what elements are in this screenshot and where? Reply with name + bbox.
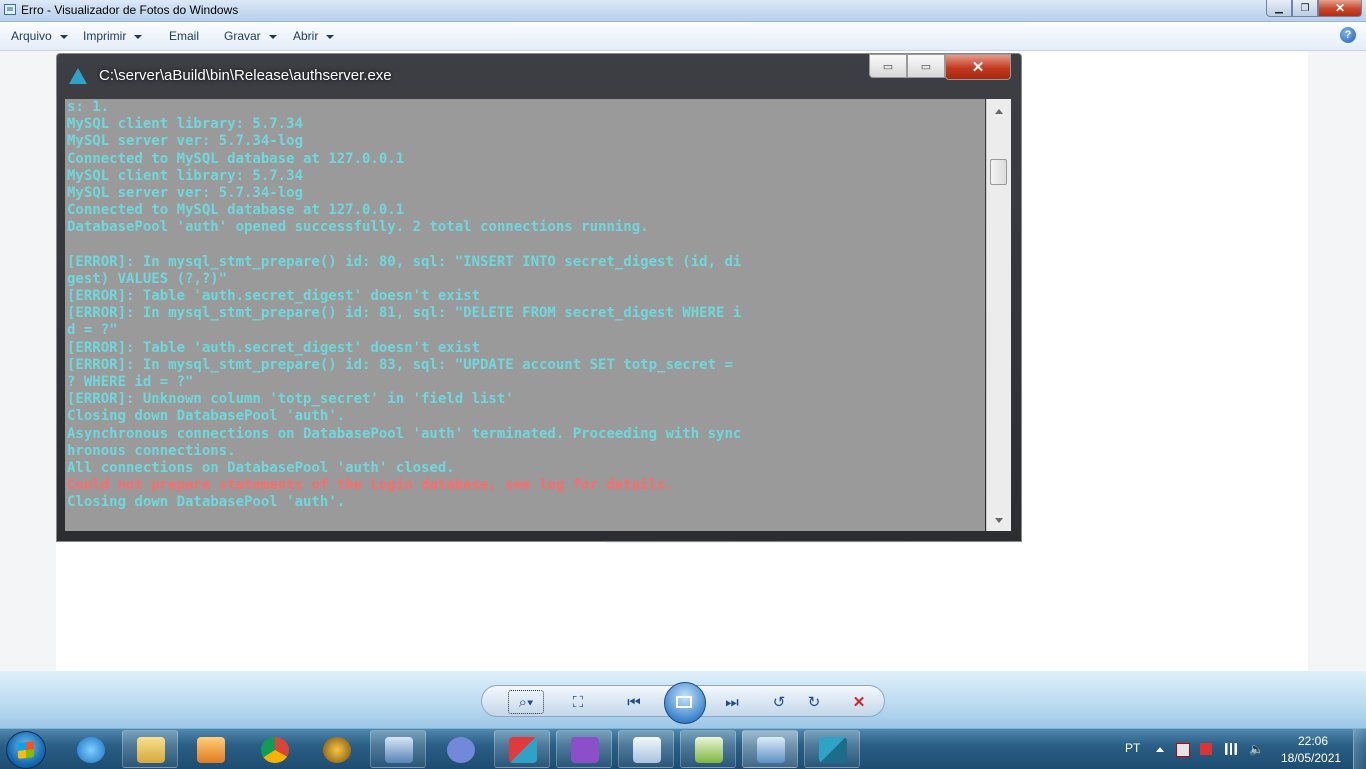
maximize-button[interactable]: ❐ [1292, 0, 1318, 17]
start-button[interactable] [6, 731, 46, 769]
console-line: [ERROR]: In mysql_stmt_prepare() id: 80,… [67, 253, 742, 270]
chevron-down-icon [326, 34, 335, 39]
notepad-icon[interactable] [618, 730, 674, 768]
console-line: gest) VALUES (?,?)" [67, 270, 228, 287]
power-icon[interactable] [1200, 743, 1212, 755]
console-line: Closing down DatabasePool 'auth'. [67, 408, 346, 425]
console-line: All connections on DatabasePool 'auth' c… [67, 459, 455, 476]
next-icon[interactable]: ⏭ [720, 694, 744, 711]
console-line: MySQL client library: 5.7.34 [67, 167, 304, 184]
viewer-controls: ⌕▾ ⛶ ⏮ ⏭ ↺ ↻ ✕ [481, 682, 885, 724]
console-line: [ERROR]: Unknown column 'totp_secret' in… [67, 391, 514, 408]
menu-imprimir[interactable]: Imprimir [83, 29, 143, 43]
console-line: [ERROR]: Table 'auth.secret_digest' does… [67, 288, 481, 305]
action-center-icon[interactable] [1176, 743, 1190, 757]
console-window-controls: ▭ ▭ ✕ [869, 54, 1011, 80]
console-maximize-button: ▭ [907, 54, 945, 78]
clock-date[interactable]: 18/05/2021 [1281, 751, 1341, 765]
console-error-line: Could not prepare statements of the Logi… [67, 477, 674, 494]
scroll-up-icon [995, 109, 1003, 114]
console-line: [ERROR]: In mysql_stmt_prepare() id: 83,… [67, 356, 733, 373]
canvas-margin-right [1308, 51, 1366, 671]
menu-abrir[interactable]: Abrir [293, 29, 335, 43]
media-player-icon[interactable] [182, 730, 238, 768]
show-hidden-icons-icon[interactable] [1156, 747, 1164, 752]
language-indicator[interactable]: PT [1125, 741, 1140, 755]
volume-icon[interactable]: 🔈 [1249, 743, 1264, 755]
rotate-right-icon[interactable]: ↻ [802, 694, 826, 711]
console-scrollbar [986, 99, 1011, 531]
console-line: hronous connections. [67, 442, 236, 459]
rotate-left-icon[interactable]: ↺ [767, 694, 791, 711]
console-line: [ERROR]: Table 'auth.secret_digest' does… [67, 339, 481, 356]
network-icon[interactable] [1225, 743, 1237, 755]
console-title: C:\server\aBuild\bin\Release\authserver.… [99, 67, 392, 84]
window-controls: ▁ ❐ ✕ [1266, 0, 1362, 18]
menu-gravar[interactable]: Gravar [224, 29, 277, 43]
fit-window-icon[interactable]: ⛶ [566, 694, 590, 711]
help-icon[interactable]: ? [1340, 27, 1356, 43]
photo-viewer-icon[interactable] [742, 730, 798, 768]
visual-studio-icon[interactable] [556, 730, 612, 768]
console-minimize-button: ▭ [869, 54, 907, 78]
notepadpp-icon[interactable] [680, 730, 736, 768]
console-line: MySQL server ver: 5.7.34-log [67, 133, 304, 150]
world-of-warcraft-icon[interactable] [308, 730, 364, 768]
worldserver-icon[interactable] [804, 730, 860, 768]
chevron-down-icon [134, 34, 143, 39]
photo-viewer-app-icon [4, 4, 16, 15]
previous-icon[interactable]: ⏮ [622, 694, 646, 711]
chevron-down-icon [268, 34, 277, 39]
window-titlebar: Erro - Visualizador de Fotos do Windows … [0, 0, 1366, 22]
menu-arquivo-label: Arquivo [11, 29, 52, 43]
taskbar: PT 🔈 22:06 18/05/2021 [0, 728, 1366, 769]
console-line: Asynchronous connections on DatabasePool… [67, 425, 742, 442]
close-button[interactable]: ✕ [1318, 0, 1362, 17]
menu-email[interactable]: Email [169, 29, 199, 43]
console-line: Connected to MySQL database at 127.0.0.1 [67, 150, 405, 167]
console-output: s: 1. MySQL client library: 5.7.34 MySQL s… [65, 99, 985, 531]
network-app-icon[interactable] [370, 730, 426, 768]
slideshow-icon[interactable] [664, 682, 706, 724]
console-line: Closing down DatabasePool 'auth'. [67, 494, 346, 511]
clock-time[interactable]: 22:06 [1298, 734, 1328, 748]
delete-icon[interactable]: ✕ [847, 694, 871, 711]
menu-bar: Arquivo Imprimir Email Gravar Abrir ? [0, 22, 1366, 51]
console-line: d = ?" [67, 322, 118, 339]
authserver-icon[interactable] [494, 730, 550, 768]
chevron-down-icon [59, 34, 68, 39]
scroll-thumb [990, 159, 1007, 185]
discord-icon[interactable] [432, 730, 488, 768]
authserver-icon [69, 68, 87, 84]
console-line: ? WHERE id = ?" [67, 374, 194, 390]
canvas-margin-left [0, 51, 56, 671]
console-close-button: ✕ [945, 54, 1011, 80]
menu-email-label: Email [169, 29, 200, 43]
internet-explorer-icon[interactable] [62, 730, 118, 768]
chrome-icon[interactable] [246, 730, 302, 768]
window-title: Erro - Visualizador de Fotos do Windows [21, 3, 239, 17]
show-desktop-button[interactable] [1353, 729, 1366, 769]
console-line: Connected to MySQL database at 127.0.0.1 [67, 202, 405, 219]
viewer-toolbar: ⌕▾ ⛶ ⏮ ⏭ ↺ ↻ ✕ [0, 671, 1366, 730]
menu-arquivo[interactable]: Arquivo [11, 29, 68, 43]
file-explorer-icon[interactable] [122, 730, 178, 768]
console-line: [ERROR]: In mysql_stmt_prepare() id: 81,… [67, 305, 742, 322]
console-line: MySQL server ver: 5.7.34-log [67, 184, 304, 201]
console-line: s: 1. [67, 99, 110, 115]
minimize-button[interactable]: ▁ [1266, 0, 1292, 17]
console-line: DatabasePool 'auth' opened successfully.… [67, 219, 649, 236]
menu-abrir-label: Abrir [293, 29, 319, 43]
console-window: C:\server\aBuild\bin\Release\authserver.… [56, 53, 1022, 542]
zoom-icon[interactable]: ⌕▾ [508, 690, 544, 714]
scroll-down-icon [995, 518, 1003, 523]
menu-imprimir-label: Imprimir [83, 29, 127, 43]
console-line: MySQL client library: 5.7.34 [67, 116, 304, 133]
photo-canvas[interactable]: C:\server\aBuild\bin\Release\authserver.… [0, 51, 1366, 671]
menu-gravar-label: Gravar [224, 29, 261, 43]
